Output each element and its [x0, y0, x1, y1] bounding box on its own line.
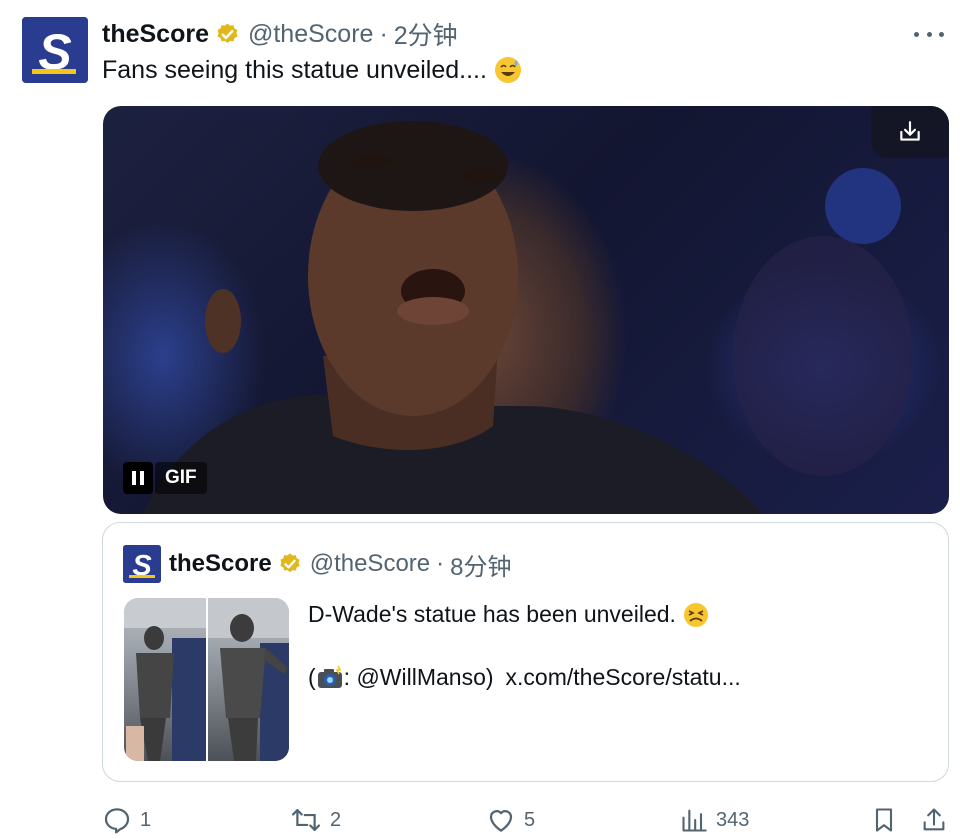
author-name[interactable]: theScore: [102, 20, 209, 49]
retweet-button[interactable]: 2: [290, 803, 341, 837]
quote-credit-open: (: [308, 664, 316, 690]
bookmark-button[interactable]: [870, 803, 898, 837]
quote-author-name[interactable]: theScore: [169, 550, 272, 578]
retweet-count: 2: [330, 808, 342, 831]
share-button[interactable]: [920, 803, 948, 837]
statue-photo-left: [124, 598, 206, 761]
pause-icon[interactable]: [123, 462, 153, 494]
statue-photo-right: [208, 598, 289, 761]
persevering-face-emoji: [683, 602, 708, 627]
share-icon: [923, 808, 945, 831]
like-count: 5: [524, 808, 536, 831]
quote-link[interactable]: x.com/theScore/statu...: [506, 661, 741, 694]
tweet-time[interactable]: 2分钟: [394, 16, 458, 52]
quote-time[interactable]: 8分钟: [450, 547, 511, 582]
heart-icon: [489, 810, 513, 832]
download-icon: [900, 121, 920, 141]
thescore-logo-icon: S: [22, 17, 88, 83]
separator-dot: ·: [436, 550, 445, 577]
verified-badge-icon: [217, 23, 238, 43]
verified-badge-icon: [280, 553, 300, 573]
views-count: 343: [716, 808, 750, 831]
bookmark-icon: [875, 808, 893, 832]
action-bar: 1 2 5 343: [102, 803, 948, 837]
avatar[interactable]: S: [22, 17, 88, 83]
camera-flash-emoji: [317, 665, 342, 688]
tweet-text: Fans seeing this statue unveiled....: [102, 54, 523, 86]
like-button[interactable]: 5: [486, 803, 535, 837]
gif-media[interactable]: GIF: [103, 106, 949, 514]
quote-header: theScore @theScore · 8分钟: [169, 547, 511, 582]
more-dots-icon[interactable]: [914, 22, 944, 46]
separator-dot: ·: [379, 19, 388, 48]
reply-button[interactable]: 1: [102, 803, 151, 837]
download-button[interactable]: [871, 106, 949, 158]
quote-text: D-Wade's statue has been unveiled. ( : @…: [308, 598, 741, 694]
retweet-icon: [291, 809, 321, 831]
thescore-logo-icon: S: [123, 545, 161, 583]
gif-controls: GIF: [123, 462, 207, 494]
views-button[interactable]: 343: [680, 803, 749, 837]
quote-thumbnail[interactable]: [124, 598, 289, 761]
tweet-text-content: Fans seeing this statue unveiled....: [102, 56, 487, 84]
gif-label: GIF: [155, 462, 207, 494]
quote-avatar[interactable]: S: [123, 545, 161, 583]
quote-text-line1: D-Wade's statue has been unveiled.: [308, 601, 676, 627]
reply-icon: [104, 808, 130, 834]
quote-credit[interactable]: : @WillManso): [344, 661, 494, 694]
views-bar-chart-icon: [682, 809, 707, 832]
gif-still-image: [143, 121, 913, 514]
quoted-tweet[interactable]: S theScore @theScore · 8分钟 D-Wade's stat…: [102, 522, 949, 782]
tweet-header: theScore @theScore · 2分钟: [102, 16, 458, 52]
sweat-smile-emoji: [494, 57, 521, 83]
quote-author-handle[interactable]: @theScore: [310, 550, 430, 578]
reply-count: 1: [140, 808, 152, 831]
author-handle[interactable]: @theScore: [248, 20, 373, 49]
